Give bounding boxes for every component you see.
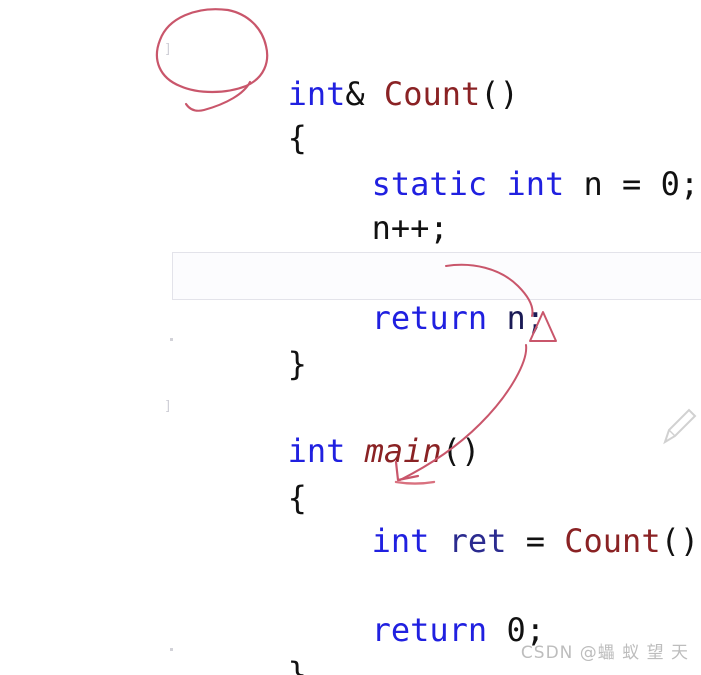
code-editor-surface[interactable]: int& Count() { static int n = 0; n++; re… bbox=[0, 0, 701, 675]
code-token: } bbox=[287, 655, 307, 675]
code-line[interactable]: { bbox=[0, 432, 701, 517]
gutter-dot-icon bbox=[170, 648, 173, 651]
outline-glyph-icon: ] bbox=[165, 42, 171, 57]
code-token: = bbox=[506, 522, 565, 560]
code-line[interactable]: static int n = 0; bbox=[0, 118, 701, 203]
code-line[interactable]: } bbox=[0, 298, 701, 383]
code-line[interactable]: int& Count() bbox=[0, 28, 701, 113]
code-line[interactable]: { bbox=[0, 72, 701, 157]
code-line[interactable]: int main() bbox=[0, 385, 701, 470]
code-line-content: } bbox=[116, 345, 307, 383]
code-line-content: } bbox=[116, 655, 307, 675]
outline-glyph-icon: ] bbox=[165, 399, 171, 414]
code-line-content: n++; bbox=[116, 209, 449, 247]
code-token: int bbox=[371, 522, 430, 560]
code-screenshot: int& Count() { static int n = 0; n++; re… bbox=[0, 0, 701, 675]
code-line[interactable]: int ret = Count(); bbox=[0, 475, 701, 560]
code-token: ret bbox=[448, 522, 507, 560]
code-line[interactable]: return 0; bbox=[0, 564, 701, 649]
gutter-dot-icon bbox=[170, 338, 173, 341]
code-line-content: int ret = Count(); bbox=[116, 522, 701, 560]
code-token: n++; bbox=[371, 209, 449, 247]
pencil-doodle-icon bbox=[663, 408, 697, 445]
code-token: } bbox=[287, 345, 307, 383]
code-line[interactable]: n++; bbox=[0, 162, 701, 247]
code-token: (); bbox=[660, 522, 701, 560]
csdn-watermark: CSDN @蠝 蚁 望 天 bbox=[520, 643, 689, 663]
code-line-highlighted[interactable]: return n; bbox=[0, 252, 701, 337]
code-token: Count bbox=[564, 522, 661, 560]
